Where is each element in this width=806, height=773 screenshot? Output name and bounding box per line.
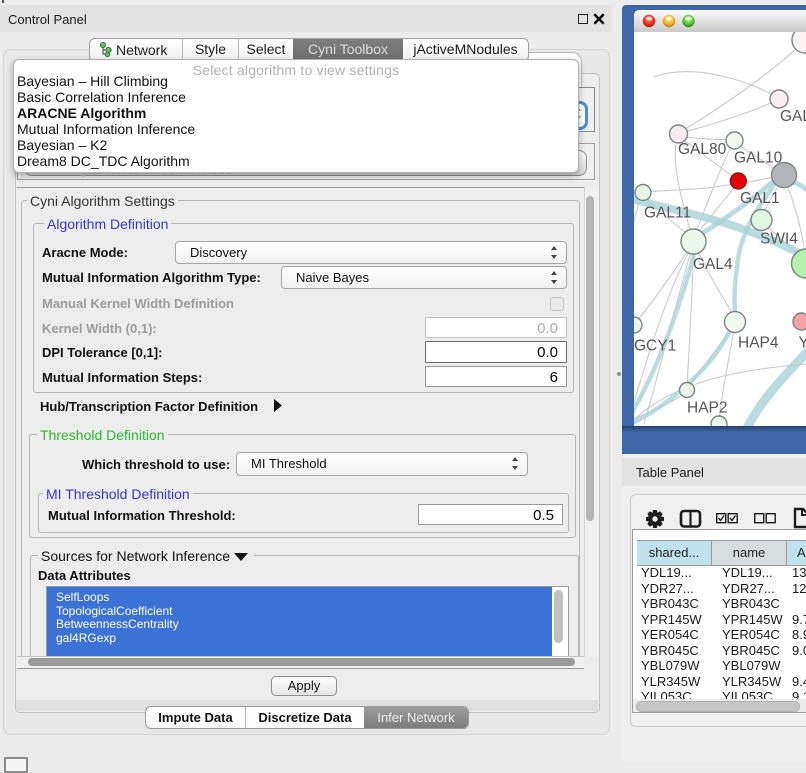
svg-text:GAL4: GAL4 <box>693 256 733 273</box>
svg-text:GAL2: GAL2 <box>780 108 806 125</box>
svg-text:HAP2: HAP2 <box>687 400 728 417</box>
svg-text:SWI4: SWI4 <box>760 231 798 248</box>
svg-text:GAL11: GAL11 <box>644 205 691 222</box>
svg-text:Y: Y <box>799 335 806 352</box>
svg-text:GAL1: GAL1 <box>740 190 780 207</box>
svg-text:GAL10: GAL10 <box>734 150 783 167</box>
svg-text:GCY1: GCY1 <box>634 338 676 355</box>
svg-text:GAL80: GAL80 <box>678 141 727 158</box>
svg-text:HAP4: HAP4 <box>738 335 779 352</box>
